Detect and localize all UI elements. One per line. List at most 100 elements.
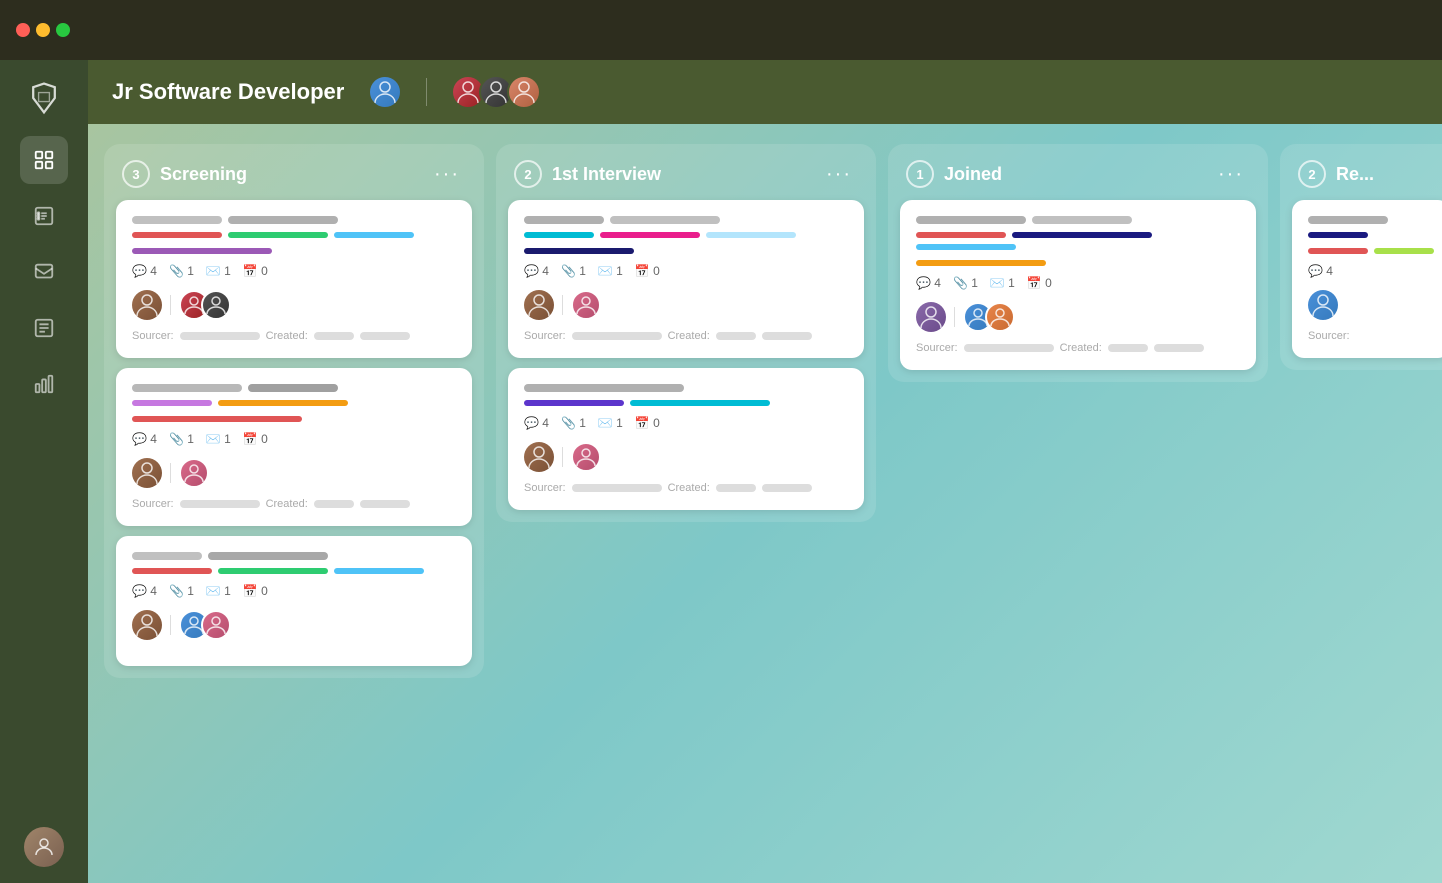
bar <box>334 232 414 238</box>
tag-pill <box>228 216 338 224</box>
card-sourcer: Sourcer: Created: <box>132 330 456 342</box>
page-title: Jr Software Developer <box>112 79 344 105</box>
bar <box>1308 248 1368 254</box>
card-avatar-single <box>132 290 162 320</box>
created-bar-1 <box>314 332 354 340</box>
created-bar-1 <box>314 500 354 508</box>
tag-pill <box>524 384 684 392</box>
attachments-count: 📎 1 <box>561 264 586 278</box>
column-menu-screening[interactable]: ··· <box>428 161 466 188</box>
created-bar-1 <box>716 332 756 340</box>
bar <box>630 400 770 406</box>
bar <box>600 232 700 238</box>
divider <box>954 307 955 327</box>
kanban-column-rejected: 2 Re... 💬 4 <box>1280 144 1442 370</box>
avatar-3[interactable] <box>507 75 541 109</box>
card-meta: 💬 4 📎 1 ✉️ 1 📅 0 <box>524 264 848 278</box>
tasks-count: 📅 0 <box>243 584 268 598</box>
divider <box>562 447 563 467</box>
card-avatars-group <box>179 458 209 488</box>
bar <box>132 416 302 422</box>
tag-pill <box>1032 216 1132 224</box>
emails-count: ✉️ 1 <box>990 276 1015 290</box>
card-avatar <box>571 290 601 320</box>
user-avatar[interactable] <box>24 827 64 867</box>
app-logo <box>22 76 66 120</box>
column-header-joined: 1 Joined ··· <box>888 144 1268 200</box>
column-header-screening: 3 Screening ··· <box>104 144 484 200</box>
card-joined-1[interactable]: 💬 4 📎 1 ✉️ 1 📅 0 <box>900 200 1256 370</box>
page-header: Jr Software Developer <box>88 60 1442 124</box>
card-bars <box>916 232 1240 250</box>
divider <box>170 463 171 483</box>
column-menu-joined[interactable]: ··· <box>1212 161 1250 188</box>
card-tags <box>1308 216 1434 224</box>
sidebar-item-analytics[interactable] <box>20 360 68 408</box>
bar <box>524 232 594 238</box>
emails-count: ✉️ 1 <box>598 416 623 430</box>
card-avatar <box>201 610 231 640</box>
card-bars <box>132 568 456 574</box>
emails-count: ✉️ 1 <box>598 264 623 278</box>
card-tags <box>132 384 456 392</box>
sidebar-item-list[interactable] <box>20 304 68 352</box>
header-avatar-single[interactable] <box>368 75 402 109</box>
card-meta: 💬 4 📎 1 ✉️ 1 📅 0 <box>916 276 1240 290</box>
card-sourcer: Sourcer: Created: <box>916 342 1240 354</box>
card-screening-1[interactable]: 💬 4 📎 1 ✉️ 1 📅 0 <box>116 200 472 358</box>
card-tags <box>132 216 456 224</box>
card-meta: 💬 4 📎 1 ✉️ 1 📅 0 <box>132 432 456 446</box>
attachments-count: 📎 1 <box>169 432 194 446</box>
column-count-joined: 1 <box>906 160 934 188</box>
card-tags <box>524 216 848 224</box>
bar <box>1012 232 1152 238</box>
emails-count: ✉️ 1 <box>206 584 231 598</box>
card-footer <box>916 302 1240 332</box>
tag-pill <box>248 384 338 392</box>
card-sourcer: Sourcer: Created: <box>524 330 848 342</box>
card-meta: 💬 4 📎 1 ✉️ 1 📅 0 <box>132 264 456 278</box>
sidebar-item-messages[interactable] <box>20 248 68 296</box>
comments-count: 💬 4 <box>916 276 941 290</box>
column-menu-interview[interactable]: ··· <box>820 161 858 188</box>
card-avatar <box>201 290 231 320</box>
minimize-button[interactable] <box>36 23 50 37</box>
header-divider <box>426 78 427 106</box>
card-bars <box>524 232 848 238</box>
card-interview-2[interactable]: 💬 4 📎 1 ✉️ 1 📅 0 <box>508 368 864 510</box>
tasks-count: 📅 0 <box>243 432 268 446</box>
card-sourcer: Sourcer: Created: <box>524 482 848 494</box>
card-screening-3[interactable]: 💬 4 📎 1 ✉️ 1 📅 0 <box>116 536 472 666</box>
column-title-screening: Screening <box>160 164 418 185</box>
bar <box>1374 248 1434 254</box>
sourcer-bar <box>180 500 260 508</box>
created-bar-2 <box>762 484 812 492</box>
card-avatar-single <box>524 442 554 472</box>
comments-count: 💬 4 <box>132 264 157 278</box>
card-avatar-single <box>1308 290 1338 320</box>
created-bar-2 <box>360 500 410 508</box>
sourcer-bar <box>180 332 260 340</box>
tag-pill <box>610 216 720 224</box>
bar <box>132 568 212 574</box>
maximize-button[interactable] <box>56 23 70 37</box>
card-avatar-single <box>132 610 162 640</box>
card-avatars-group <box>179 290 231 320</box>
card-footer <box>132 290 456 320</box>
bar <box>916 244 1016 250</box>
card-interview-1[interactable]: 💬 4 📎 1 ✉️ 1 📅 0 <box>508 200 864 358</box>
sidebar-item-reports[interactable] <box>20 192 68 240</box>
card-bars <box>132 400 456 406</box>
emails-count: ✉️ 1 <box>206 432 231 446</box>
card-bars <box>132 232 456 238</box>
tag-pill <box>208 552 328 560</box>
traffic-lights <box>16 23 70 37</box>
card-tags <box>916 216 1240 224</box>
close-button[interactable] <box>16 23 30 37</box>
card-meta: 💬 4 📎 1 ✉️ 1 📅 0 <box>132 584 456 598</box>
card-screening-2[interactable]: 💬 4 📎 1 ✉️ 1 📅 0 <box>116 368 472 526</box>
kanban-column-screening: 3 Screening ··· 💬 4 <box>104 144 484 678</box>
comments-count: 💬 4 <box>524 264 549 278</box>
sidebar-item-board[interactable] <box>20 136 68 184</box>
card-rejected-1[interactable]: 💬 4 Sourcer: <box>1292 200 1442 358</box>
